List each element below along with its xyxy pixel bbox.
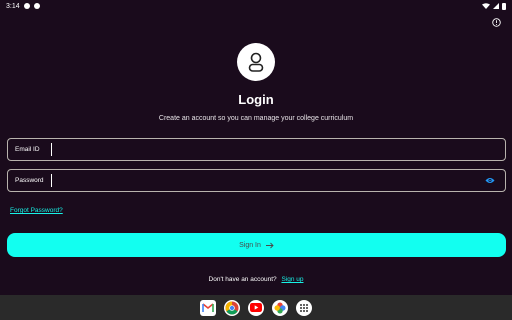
password-input[interactable] — [51, 174, 479, 187]
youtube-icon[interactable] — [248, 299, 264, 316]
gmail-icon[interactable] — [200, 299, 216, 316]
password-label: Password — [15, 177, 44, 184]
show-password-button[interactable] — [479, 170, 501, 192]
status-bar: 3:14 — [0, 0, 512, 12]
chrome-icon[interactable] — [224, 299, 240, 316]
signup-row: Don't have an account? Sign up — [0, 276, 512, 283]
signal-icon — [493, 3, 499, 9]
email-input[interactable] — [51, 143, 505, 156]
page-subtitle: Create an account so you can manage your… — [158, 115, 354, 122]
info-icon[interactable] — [492, 18, 501, 27]
photos-icon[interactable] — [272, 299, 288, 316]
password-input-wrap[interactable] — [51, 174, 479, 187]
email-field[interactable]: Email ID — [7, 138, 506, 161]
arrow-right-icon — [265, 242, 274, 248]
email-label: Email ID — [15, 146, 40, 153]
signup-link[interactable]: Sign up — [281, 276, 303, 283]
wifi-icon — [482, 3, 490, 9]
password-field[interactable]: Password — [7, 169, 506, 192]
signup-prompt: Don't have an account? — [208, 276, 277, 283]
battery-icon — [502, 2, 506, 10]
notification-dot-icon — [33, 3, 40, 9]
app-drawer-icon[interactable] — [296, 299, 312, 316]
sign-in-button[interactable]: Sign In — [7, 233, 506, 257]
status-time: 3:14 — [6, 2, 20, 10]
notification-dot-icon — [23, 3, 30, 9]
status-left: 3:14 — [6, 3, 40, 10]
email-input-wrap[interactable] — [51, 143, 505, 156]
app-dock — [0, 295, 512, 320]
avatar — [237, 43, 275, 81]
page-title: Login — [238, 92, 274, 107]
sign-in-label: Sign In — [239, 241, 261, 249]
eye-icon — [485, 178, 495, 183]
forgot-password-link[interactable]: Forgot Password? — [10, 207, 63, 214]
status-right — [482, 2, 506, 10]
user-icon — [248, 52, 264, 72]
